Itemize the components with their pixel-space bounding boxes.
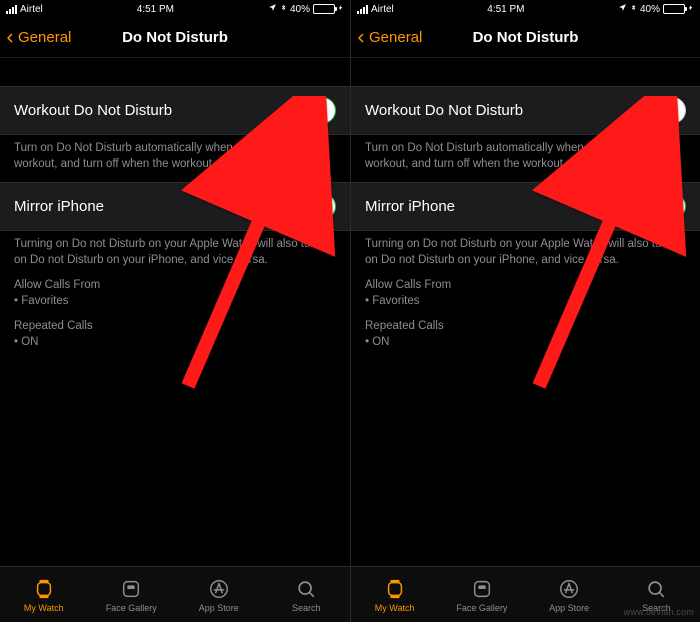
phone-screenshot-right: Airtel 4:51 PM 40% General Do Not Distur… — [350, 0, 700, 622]
face-gallery-icon — [119, 577, 143, 601]
back-label: General — [18, 29, 71, 46]
mirror-iphone-label: Mirror iPhone — [365, 198, 455, 215]
back-label: General — [369, 29, 422, 46]
tab-face-gallery[interactable]: Face Gallery — [88, 567, 176, 622]
tab-label: Face Gallery — [456, 603, 507, 613]
tab-label: My Watch — [375, 603, 415, 613]
status-bar: Airtel 4:51 PM 40% — [0, 0, 350, 18]
app-store-icon — [557, 577, 581, 601]
location-icon — [268, 3, 277, 15]
tab-face-gallery[interactable]: Face Gallery — [438, 567, 525, 622]
chevron-left-icon — [4, 32, 16, 44]
tab-search[interactable]: Search — [263, 567, 351, 622]
back-button[interactable]: General — [0, 29, 71, 46]
status-time: 4:51 PM — [487, 4, 524, 15]
workout-dnd-row[interactable]: Workout Do Not Disturb — [351, 86, 700, 135]
watch-icon — [383, 577, 407, 601]
mirror-iphone-toggle[interactable] — [640, 193, 686, 220]
nav-header: General Do Not Disturb — [351, 18, 700, 58]
content-area: Workout Do Not Disturb Turn on Do Not Di… — [0, 58, 350, 566]
repeated-calls-title: Repeated Calls — [14, 319, 336, 335]
mirror-iphone-footer: Turning on Do not Disturb on your Apple … — [351, 231, 700, 360]
allow-calls-title: Allow Calls From — [14, 278, 336, 294]
tab-label: Face Gallery — [106, 603, 157, 613]
app-store-icon — [207, 577, 231, 601]
charging-icon — [338, 3, 344, 16]
tab-label: My Watch — [24, 603, 64, 613]
tab-label: App Store — [549, 603, 589, 613]
allow-calls-title: Allow Calls From — [365, 278, 686, 294]
workout-dnd-footer: Turn on Do Not Disturb automatically whe… — [0, 135, 350, 182]
workout-dnd-toggle[interactable] — [290, 97, 336, 124]
battery-icon — [663, 4, 685, 14]
battery-icon — [313, 4, 335, 14]
signal-bars-icon — [357, 5, 368, 14]
status-bar: Airtel 4:51 PM 40% — [351, 0, 700, 18]
location-icon — [618, 3, 627, 15]
battery-pct: 40% — [640, 4, 660, 15]
tab-app-store[interactable]: App Store — [526, 567, 613, 622]
workout-dnd-toggle[interactable] — [640, 97, 686, 124]
tab-label: Search — [292, 603, 321, 613]
mirror-iphone-toggle[interactable] — [290, 193, 336, 220]
watch-icon — [32, 577, 56, 601]
repeated-calls-value: • ON — [14, 335, 336, 351]
back-button[interactable]: General — [351, 29, 422, 46]
mirror-iphone-footer: Turning on Do not Disturb on your Apple … — [0, 231, 350, 360]
workout-dnd-label: Workout Do Not Disturb — [14, 102, 172, 119]
search-icon — [294, 577, 318, 601]
workout-dnd-footer: Turn on Do Not Disturb automatically whe… — [351, 135, 700, 182]
workout-dnd-row[interactable]: Workout Do Not Disturb — [0, 86, 350, 135]
tab-label: App Store — [199, 603, 239, 613]
content-area: Workout Do Not Disturb Turn on Do Not Di… — [351, 58, 700, 566]
charging-icon — [688, 3, 694, 16]
battery-pct: 40% — [290, 4, 310, 15]
bluetooth-icon — [280, 2, 287, 16]
signal-bars-icon — [6, 5, 17, 14]
mirror-iphone-label: Mirror iPhone — [14, 198, 104, 215]
phone-screenshot-left: Airtel 4:51 PM 40% General Do Not Distur… — [0, 0, 350, 622]
face-gallery-icon — [470, 577, 494, 601]
tab-app-store[interactable]: App Store — [175, 567, 263, 622]
nav-header: General Do Not Disturb — [0, 18, 350, 58]
tab-bar: My Watch Face Gallery App Store Search — [0, 566, 350, 622]
carrier-label: Airtel — [371, 4, 394, 15]
tab-my-watch[interactable]: My Watch — [0, 567, 88, 622]
watermark: www.devlan.com — [624, 607, 694, 617]
repeated-calls-value: • ON — [365, 335, 686, 351]
allow-calls-value: • Favorites — [14, 294, 336, 310]
workout-dnd-label: Workout Do Not Disturb — [365, 102, 523, 119]
bluetooth-icon — [630, 2, 637, 16]
allow-calls-value: • Favorites — [365, 294, 686, 310]
repeated-calls-title: Repeated Calls — [365, 319, 686, 335]
mirror-iphone-row[interactable]: Mirror iPhone — [351, 182, 700, 231]
carrier-label: Airtel — [20, 4, 43, 15]
mirror-iphone-row[interactable]: Mirror iPhone — [0, 182, 350, 231]
search-icon — [644, 577, 668, 601]
status-time: 4:51 PM — [137, 4, 174, 15]
tab-my-watch[interactable]: My Watch — [351, 567, 438, 622]
chevron-left-icon — [355, 32, 367, 44]
